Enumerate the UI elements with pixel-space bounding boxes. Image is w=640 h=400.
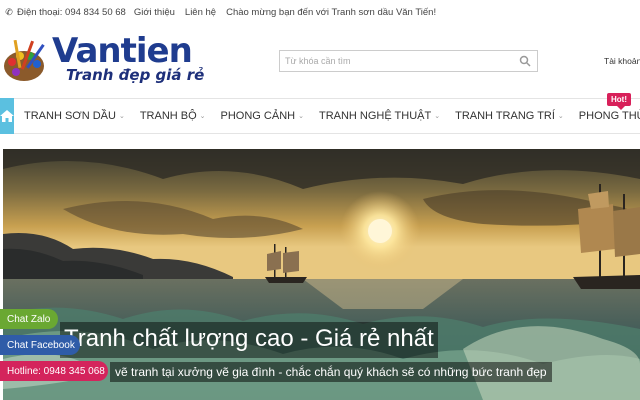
nav-item-label: PHONG CẢNH bbox=[220, 110, 296, 122]
phone-icon: ✆ bbox=[5, 6, 13, 17]
top-bar: ✆ Điện thoại: 094 834 50 68 Giới thiệu L… bbox=[0, 0, 640, 24]
nav-item-decorative[interactable]: TRANH TRANG TRÍ ⌄ bbox=[455, 98, 564, 134]
topbar-phone[interactable]: Điện thoại: 094 834 50 68 bbox=[17, 7, 126, 18]
account-link[interactable]: Tài khoản bbox=[604, 56, 640, 66]
chevron-down-icon: ⌄ bbox=[298, 113, 304, 120]
main-nav: TRANH SƠN DẦU ⌄ TRANH BỘ ⌄ PHONG CẢNH ⌄ TRA… bbox=[0, 98, 640, 134]
logo-slogan: Tranh đẹp giá rẻ bbox=[66, 66, 205, 84]
nav-item-label: TRANH BỘ bbox=[139, 110, 197, 122]
nav-item-art[interactable]: TRANH NGHỆ THUẬT ⌄ bbox=[319, 98, 440, 134]
home-icon bbox=[0, 110, 14, 122]
banner-title: Tranh chất lượng cao - Giá rẻ nhất bbox=[60, 322, 438, 358]
nav-item-label: PHONG THỦY bbox=[578, 110, 640, 122]
chevron-down-icon: ⌄ bbox=[199, 113, 206, 120]
topbar-welcome: Chào mừng bạn đến với Tranh sơn dầu Văn … bbox=[226, 6, 437, 18]
search-icon[interactable] bbox=[519, 55, 531, 67]
search-input[interactable] bbox=[280, 51, 510, 71]
chevron-down-icon: ⌄ bbox=[118, 113, 125, 120]
nav-item-label: TRANH SƠN DẦU bbox=[24, 110, 116, 122]
topbar-link-contact[interactable]: Liên hệ bbox=[185, 7, 216, 18]
logo-brand-text: Vantien bbox=[52, 31, 193, 71]
banner-subtitle: vẽ tranh tại xưởng vẽ gia đình - chắc ch… bbox=[110, 362, 552, 382]
chevron-down-icon: ⌄ bbox=[557, 113, 564, 120]
nav-item-label: TRANH NGHỆ THUẬT bbox=[318, 110, 432, 122]
nav-item-painting-sets[interactable]: TRANH BỘ ⌄ bbox=[140, 98, 206, 134]
hot-badge: Hot! bbox=[607, 93, 631, 110]
chat-zalo-button[interactable]: Chat Zalo bbox=[0, 309, 58, 329]
nav-item-landscape[interactable]: PHONG CẢNH ⌄ bbox=[221, 98, 304, 134]
site-header: Vantien Tranh đẹp giá rẻ Tài khoản bbox=[0, 24, 640, 96]
nav-item-oil-painting[interactable]: TRANH SƠN DẦU ⌄ bbox=[24, 98, 125, 134]
nav-home-button[interactable] bbox=[0, 98, 14, 134]
palette-logo-icon bbox=[4, 40, 45, 81]
site-logo[interactable]: Vantien Tranh đẹp giá rẻ bbox=[2, 31, 204, 96]
hotline-button[interactable]: Hotline: 0948 345 068 bbox=[0, 361, 108, 381]
chevron-down-icon: ⌄ bbox=[434, 113, 441, 120]
topbar-link-about[interactable]: Giới thiệu bbox=[134, 7, 175, 18]
chat-facebook-button[interactable]: Chat Facebook bbox=[0, 335, 80, 355]
search-box bbox=[279, 50, 538, 72]
nav-item-label: TRANH TRANG TRÍ bbox=[455, 110, 555, 122]
